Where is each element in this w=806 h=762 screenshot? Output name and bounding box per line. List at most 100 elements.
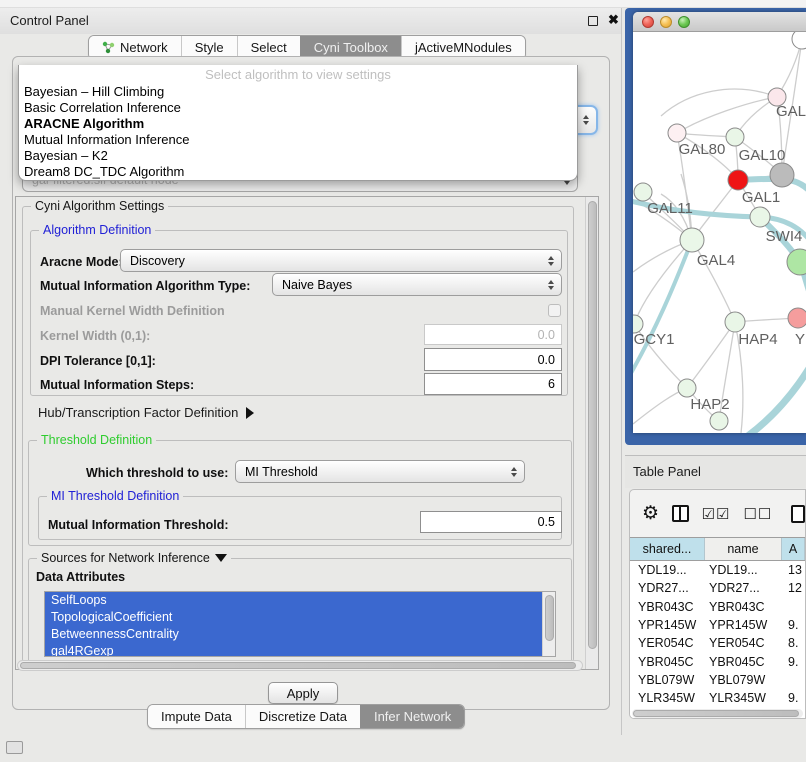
tab-discretize-data[interactable]: Discretize Data [245, 705, 360, 728]
table-panel: ⚙ ☑☑ ☐☐ shared...nameA YDL19...YDL19...1… [629, 489, 806, 719]
dropdown-item[interactable]: Basic Correlation Inference [19, 100, 577, 116]
kernel-width-field[interactable]: 0.0 [424, 324, 562, 345]
aracne-mode-value: Discovery [130, 254, 185, 268]
sources-group-title[interactable]: Sources for Network Inference [37, 551, 231, 565]
minimize-traffic-light-icon[interactable] [660, 16, 672, 28]
tab-label: Discretize Data [259, 709, 347, 724]
which-threshold-select[interactable]: MI Threshold [235, 460, 525, 483]
list-item[interactable]: BetweennessCentrality [45, 626, 542, 643]
dropdown-item[interactable]: Mutual Information Inference [19, 132, 577, 148]
scrollbar-thumb[interactable] [633, 710, 799, 717]
control-panel: Control Panel ✖ NetworkStyleSelectCyni T… [0, 8, 622, 735]
dpi-tolerance-label: DPI Tolerance [0,1]: [40, 354, 156, 368]
hub-definition-toggle[interactable]: Hub/Transcription Factor Definition [38, 405, 254, 420]
aracne-mode-select[interactable]: Discovery [120, 249, 562, 272]
network-node-y[interactable] [788, 308, 806, 328]
network-icon [102, 41, 115, 54]
dpi-tolerance-field[interactable]: 0.0 [424, 348, 562, 371]
document-icon[interactable] [791, 505, 805, 523]
restore-icon[interactable] [588, 16, 598, 26]
cell-shared-name: YBR045C [630, 655, 705, 669]
mi-steps-label: Mutual Information Steps: [40, 378, 194, 392]
tab-infer-network[interactable]: Infer Network [360, 705, 464, 728]
network-node[interactable] [710, 412, 728, 430]
network-node-gal80[interactable] [668, 124, 686, 142]
gear-icon[interactable]: ⚙ [642, 504, 659, 523]
list-item[interactable]: gal4RGexp [45, 643, 542, 657]
mi-threshold-field[interactable]: 0.5 [420, 511, 562, 533]
cell-name: YLR345W [705, 691, 782, 705]
close-traffic-light-icon[interactable] [642, 16, 654, 28]
minimized-panel-icon[interactable] [6, 741, 23, 754]
network-node-gal1[interactable] [728, 170, 748, 190]
network-node-hap4[interactable] [725, 312, 745, 332]
settings-horizontal-scrollbar[interactable] [17, 660, 583, 671]
cell-shared-name: YBR043C [630, 600, 705, 614]
list-item[interactable]: SelfLoops [45, 592, 542, 609]
table-row[interactable]: YLR345WYLR345W9. [630, 689, 805, 707]
network-node[interactable] [792, 32, 806, 49]
column-header[interactable]: A [782, 538, 805, 560]
cell-name: YER054C [705, 636, 782, 650]
column-header[interactable]: name [705, 538, 782, 560]
manual-kernel-label: Manual Kernel Width Definition [40, 304, 225, 318]
column-header[interactable]: shared... [630, 538, 705, 560]
mi-threshold-label: Mutual Information Threshold: [48, 518, 229, 532]
manual-kernel-checkbox[interactable] [548, 304, 561, 317]
app-top-strip [0, 0, 806, 8]
cell-value: 9. [782, 691, 805, 705]
dropdown-item[interactable]: Dream8 DC_TDC Algorithm [19, 164, 577, 180]
table-row[interactable]: YER054CYER054C8. [630, 634, 805, 652]
mi-type-select[interactable]: Naive Bayes [272, 273, 562, 296]
network-edge [633, 240, 692, 380]
collapse-down-icon [215, 554, 227, 562]
unchecked-pair-icon[interactable]: ☐☐ [743, 505, 772, 523]
network-node-gal4[interactable] [680, 228, 704, 252]
node-label: HAP4 [738, 331, 777, 348]
table-row[interactable]: YDL19...YDL19...13 [630, 561, 805, 579]
network-node-hap2[interactable] [678, 379, 696, 397]
settings-vertical-scrollbar[interactable] [585, 197, 598, 669]
table-row[interactable]: YPR145WYPR145W9. [630, 616, 805, 634]
node-label: GAL10 [739, 147, 786, 164]
network-node[interactable] [770, 163, 794, 187]
checked-pair-icon[interactable]: ☑☑ [702, 505, 731, 523]
mi-type-value: Naive Bayes [282, 278, 352, 292]
network-node-gal10[interactable] [726, 128, 744, 146]
table-row[interactable]: YDR27...YDR27...12 [630, 579, 805, 597]
network-edge [687, 322, 735, 388]
network-node-swi4[interactable] [750, 207, 770, 227]
cell-value: 8. [782, 636, 805, 650]
close-icon[interactable]: ✖ [608, 12, 619, 28]
mi-steps-field[interactable]: 6 [424, 373, 562, 395]
scrollbar-thumb[interactable] [545, 595, 554, 641]
cell-name: YPR145W [705, 618, 782, 632]
data-attributes-list[interactable]: SelfLoopsTopologicalCoefficientBetweenne… [44, 591, 556, 657]
network-window-titlebar[interactable] [633, 12, 806, 32]
attributes-scrollbar[interactable] [542, 592, 555, 656]
combo-arrows-icon [583, 115, 589, 125]
network-window: GALGAL80GAL10GAL1GAL11SWI4GAL4GCY1HAP4YH… [633, 12, 806, 433]
list-item[interactable]: TopologicalCoefficient [45, 609, 542, 626]
node-label: GAL4 [697, 252, 735, 269]
cell-shared-name: YPR145W [630, 618, 705, 632]
dropdown-item[interactable]: Bayesian – Hill Climbing [19, 84, 577, 100]
dropdown-item[interactable]: Bayesian – K2 [19, 148, 577, 164]
table-row[interactable]: YBL079WYBL079W [630, 671, 805, 689]
dropdown-item[interactable]: ARACNE Algorithm [19, 116, 577, 132]
zoom-traffic-light-icon[interactable] [678, 16, 690, 28]
tab-impute-data[interactable]: Impute Data [148, 705, 245, 728]
scrollbar-thumb[interactable] [20, 662, 576, 669]
network-node-gal11[interactable] [634, 183, 652, 201]
group-title: Cyni Algorithm Settings [31, 199, 168, 213]
network-view-frame[interactable]: GALGAL80GAL10GAL1GAL11SWI4GAL4GCY1HAP4YH… [625, 8, 806, 445]
table-row[interactable]: YBR045CYBR045C9. [630, 652, 805, 670]
split-columns-icon[interactable] [672, 505, 689, 522]
table-horizontal-scrollbar[interactable] [632, 709, 803, 718]
table-row[interactable]: YBR043CYBR043C [630, 598, 805, 616]
cell-value: 9. [782, 655, 805, 669]
scrollbar-thumb[interactable] [588, 201, 597, 649]
sources-title-text: Sources for Network Inference [41, 551, 210, 565]
apply-button[interactable]: Apply [268, 682, 338, 704]
network-canvas[interactable]: GALGAL80GAL10GAL1GAL11SWI4GAL4GCY1HAP4YH… [633, 32, 806, 433]
